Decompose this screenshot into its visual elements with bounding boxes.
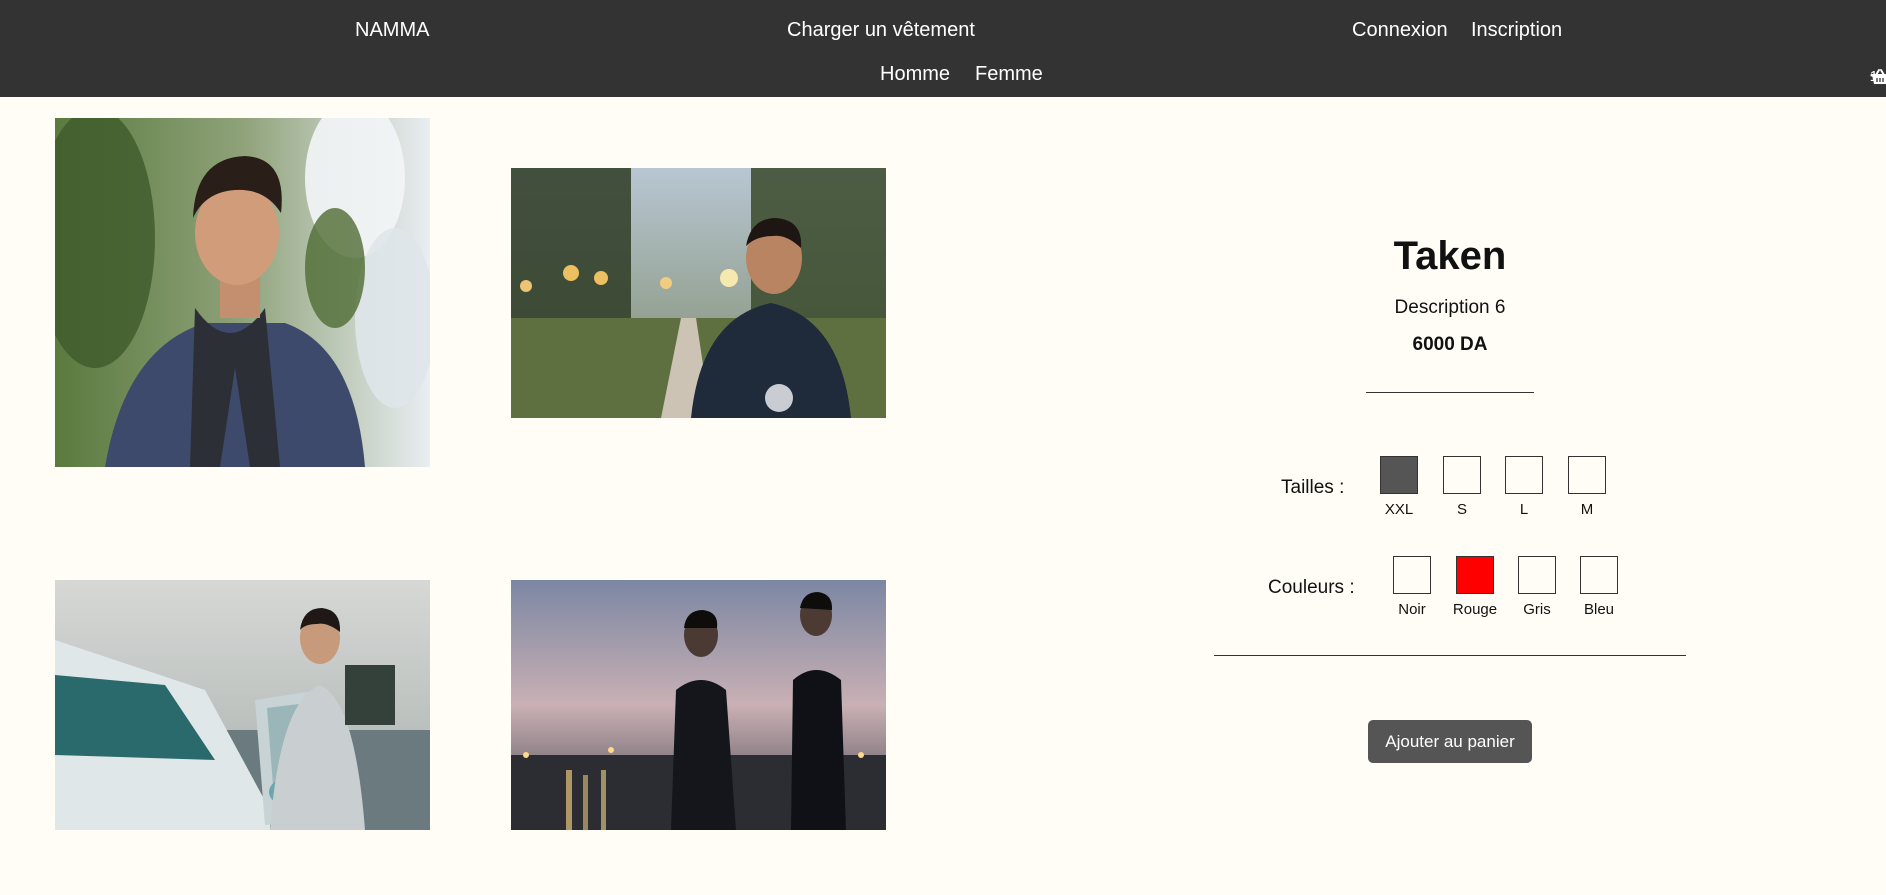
signup-link[interactable]: Inscription [1471,18,1562,42]
product-photo-3[interactable] [55,580,430,830]
size-option-s[interactable]: S [1443,456,1481,519]
size-checkbox[interactable] [1380,456,1418,494]
brand-logo[interactable]: NAMMA [355,18,429,42]
color-option-rouge[interactable]: Rouge [1453,556,1497,619]
product-photo-2[interactable] [511,168,886,418]
size-option-m[interactable]: M [1568,456,1606,519]
divider [1366,392,1534,393]
add-to-cart-button[interactable]: Ajouter au panier [1368,720,1532,763]
login-link[interactable]: Connexion [1352,18,1448,42]
size-checkbox[interactable] [1568,456,1606,494]
size-option-xxl[interactable]: XXL [1380,456,1418,519]
product-photo-1[interactable] [55,118,430,467]
colors-label: Couleurs : [1268,577,1355,598]
size-checkbox[interactable] [1505,456,1543,494]
product-title: Taken [1393,234,1507,278]
upload-clothing-link[interactable]: Charger un vêtement [787,18,975,42]
divider [1214,655,1686,656]
product-photo-4[interactable] [511,580,886,830]
size-checkbox[interactable] [1443,456,1481,494]
color-option-noir[interactable]: Noir [1393,556,1431,619]
color-label: Bleu [1583,601,1615,618]
top-navbar: NAMMA Charger un vêtement Connexion Insc… [0,0,1886,97]
color-option-gris[interactable]: Gris [1518,556,1556,619]
basket-icon [1870,68,1886,86]
color-option-bleu[interactable]: Bleu [1580,556,1618,619]
sizes-label: Tailles : [1281,477,1345,498]
product-price: 6000 DA [1412,334,1488,355]
color-checkbox[interactable] [1456,556,1494,594]
color-checkbox[interactable] [1580,556,1618,594]
color-checkbox[interactable] [1393,556,1431,594]
size-label: M [1580,501,1594,518]
nav-women-link[interactable]: Femme [975,62,1043,86]
nav-men-link[interactable]: Homme [880,62,950,86]
size-option-l[interactable]: L [1505,456,1543,519]
cart-button[interactable]: 1 [1870,68,1886,86]
product-description: Description 6 [1394,297,1506,318]
color-checkbox[interactable] [1518,556,1556,594]
